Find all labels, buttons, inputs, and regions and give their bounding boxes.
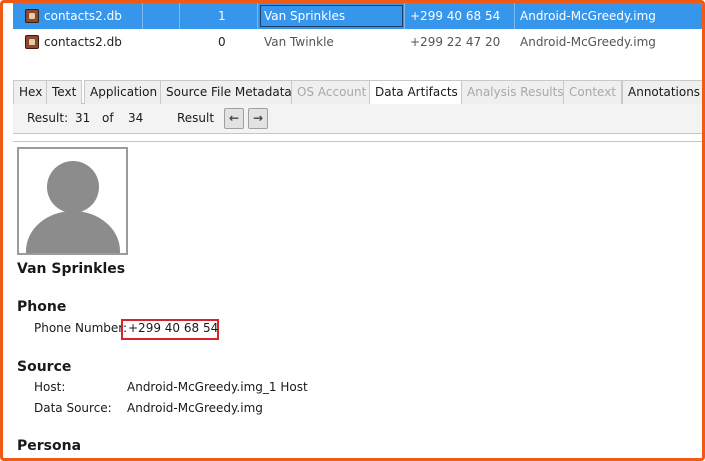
current-result: 31 xyxy=(75,111,91,125)
tab-context[interactable]: Context xyxy=(563,80,623,104)
previous-result-button[interactable]: ← xyxy=(224,108,244,129)
tab-source-file-metadata[interactable]: Source File Metadata xyxy=(160,80,298,104)
table-row[interactable]: contacts2.db 1 Van Sprinkles +299 40 68 … xyxy=(13,3,702,29)
phone-section-heading: Phone xyxy=(17,299,67,315)
host-label: Host: xyxy=(34,380,66,394)
person-name-cell[interactable]: Van Twinkle xyxy=(258,29,405,55)
file-name-cell[interactable]: contacts2.db xyxy=(13,3,143,29)
tab-text[interactable]: Text xyxy=(46,80,83,104)
tab-application[interactable]: Application xyxy=(84,80,164,104)
table-row[interactable]: contacts2.db 0 Van Twinkle +299 22 47 20… xyxy=(13,29,702,55)
app-frame: contacts2.db 1 Van Sprinkles +299 40 68 … xyxy=(0,0,705,461)
contact-name: Van Sprinkles xyxy=(17,261,126,277)
file-name-cell[interactable]: contacts2.db xyxy=(13,29,143,55)
tab-os-account[interactable]: OS Account xyxy=(291,80,373,104)
data-source-cell[interactable]: Android-McGreedy.img xyxy=(515,3,702,29)
source-section-heading: Source xyxy=(17,359,72,375)
results-table: contacts2.db 1 Van Sprinkles +299 40 68 … xyxy=(13,3,702,55)
host-value: Android-McGreedy.img_1 Host xyxy=(127,380,308,394)
phone-cell[interactable]: +299 40 68 54 xyxy=(405,3,515,29)
tab-hex[interactable]: Hex xyxy=(13,80,49,104)
result-nav-label: Result xyxy=(177,111,215,125)
database-icon xyxy=(25,9,39,23)
persona-section-heading: Persona xyxy=(17,438,82,454)
empty-cell[interactable] xyxy=(143,3,180,29)
avatar-head-shape xyxy=(47,161,99,213)
file-name: contacts2.db xyxy=(44,35,122,49)
file-name: contacts2.db xyxy=(44,9,122,23)
data-source-value: Android-McGreedy.img xyxy=(127,401,263,415)
total-results: 34 xyxy=(128,111,144,125)
artifact-content-panel: Van Sprinkles Phone Phone Number: +299 4… xyxy=(13,141,702,458)
result-label: Result: xyxy=(27,111,69,125)
count-cell[interactable]: 0 xyxy=(180,29,258,55)
phone-cell[interactable]: +299 22 47 20 xyxy=(405,29,515,55)
phone-number-value: +299 40 68 54 xyxy=(128,321,219,335)
avatar-body-shape xyxy=(26,211,120,253)
data-source-label: Data Source: xyxy=(34,401,112,415)
viewer-tab-bar: Hex Text Application Source File Metadat… xyxy=(13,80,702,105)
tab-analysis-results[interactable]: Analysis Results xyxy=(461,80,570,104)
tab-annotations[interactable]: Annotations xyxy=(622,80,702,104)
avatar xyxy=(17,147,128,255)
arrow-right-icon: → xyxy=(252,111,264,125)
next-result-button[interactable]: → xyxy=(248,108,268,129)
tab-data-artifacts[interactable]: Data Artifacts xyxy=(369,80,464,105)
count-cell[interactable]: 1 xyxy=(180,3,258,29)
phone-number-label: Phone Number: xyxy=(34,321,128,335)
arrow-left-icon: ← xyxy=(228,111,240,125)
result-toolbar: Result: 31 of 34 Result ← → xyxy=(13,104,702,134)
person-name-cell[interactable]: Van Sprinkles xyxy=(258,3,405,29)
of-label: of xyxy=(102,111,114,125)
data-source-cell[interactable]: Android-McGreedy.img xyxy=(515,29,702,55)
database-icon xyxy=(25,35,39,49)
